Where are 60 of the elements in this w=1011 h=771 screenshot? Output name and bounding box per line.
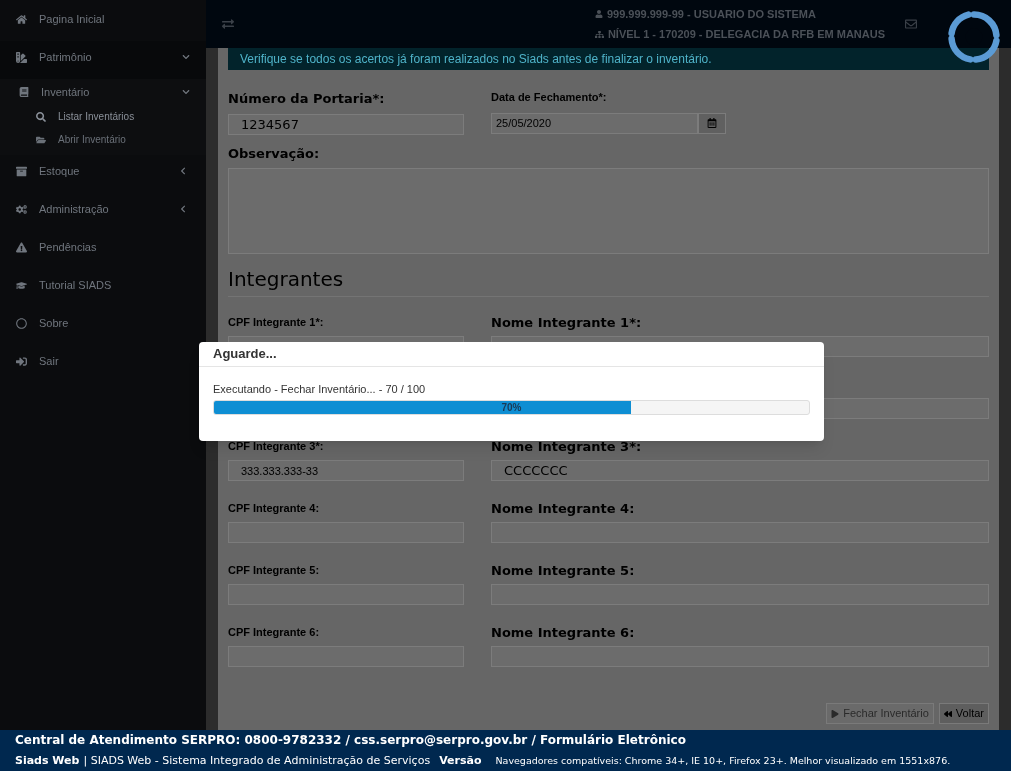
books-icon — [16, 51, 27, 63]
menu-item[interactable]: Pagina Inicial — [0, 3, 206, 35]
user-name: 999.999.999-99 - USUARIO DO SISTEMA — [606, 6, 816, 22]
portaria-field[interactable]: 1234567 — [228, 113, 464, 135]
menu-item[interactable]: Patrimônio — [0, 41, 206, 73]
calendar-button[interactable] — [698, 112, 726, 134]
section-title: Integrantes — [228, 267, 344, 291]
folder-icon — [36, 134, 46, 145]
app-name: Siads Web — [15, 753, 80, 770]
sitemap-icon — [594, 29, 604, 39]
field-label: Nome Integrante 3*: — [491, 437, 643, 456]
cpf-field[interactable]: 333.333.333-33 — [228, 460, 464, 481]
gears-icon — [16, 203, 27, 215]
field-label: Nome Integrante 1*: — [491, 313, 643, 332]
menu-item[interactable]: Tutorial SIADS — [0, 269, 206, 301]
field-label: Nome Integrante 4: — [491, 499, 636, 518]
submenu-item[interactable]: Listar Inventários — [0, 105, 206, 128]
archive-icon — [16, 165, 27, 177]
progress-message: Executando - Fechar Inventário... - 70 / 100 — [213, 382, 427, 397]
menu-item[interactable]: Sair — [0, 345, 206, 377]
field-label: CPF Integrante 1*: — [228, 314, 325, 330]
search-icon — [36, 111, 46, 122]
calendar-icon — [707, 118, 717, 128]
exit-icon — [16, 355, 27, 367]
menu-item[interactable]: Pendências — [0, 231, 206, 263]
field-label: CPF Integrante 5: — [228, 562, 321, 578]
warning-icon — [16, 241, 27, 253]
user-icon — [594, 9, 603, 18]
toggle-icon[interactable] — [222, 18, 234, 30]
field-label: CPF Integrante 6: — [228, 624, 321, 640]
date-field[interactable]: 25/05/2020 — [491, 112, 698, 134]
dialog-title: Aguarde... — [213, 345, 277, 364]
footer-contact: Central de Atendimento SERPRO: 0800-9782332 / css.serpro@serpro.gov.br / Formulário Eletrônico — [15, 732, 687, 750]
version-label: Versão — [439, 753, 482, 770]
menu-item[interactable]: Inventário — [0, 79, 206, 105]
progress-reading: 70% — [500, 400, 523, 414]
back-button[interactable]: Voltar — [938, 703, 989, 724]
unit-name: NÍVEL 1 - 170209 - DELEGACIA DA RFB EM MANAUS — [607, 27, 885, 42]
home-icon — [16, 13, 27, 25]
menu-item[interactable]: Sobre — [0, 307, 206, 339]
field-label: CPF Integrante 3*: — [228, 438, 325, 454]
submenu-item[interactable]: Abrir Inventário — [0, 128, 206, 151]
book-icon — [19, 87, 29, 97]
app-description: | SIADS Web - Sistema Integrado de Administração de Serviços — [83, 753, 431, 770]
alert-text: Verifique se todos os acertos já foram realizados no Siads antes de finalizar o inventário. — [240, 51, 712, 68]
field-label: Nome Integrante 5: — [491, 561, 636, 580]
field-label: CPF Integrante 4: — [228, 500, 321, 516]
backward-icon — [943, 709, 952, 718]
menu-item[interactable]: Estoque — [0, 155, 206, 187]
field-label: Nome Integrante 6: — [491, 623, 636, 642]
logo-icon — [946, 8, 1002, 66]
field-label: Número da Portaria*: — [228, 90, 386, 108]
field-label: Observação: — [228, 144, 321, 163]
browser-note: Navegadores compatíveis: Chrome 34+, IE 10+, Firefox 23+. Melhor visualizado em 1551x876. — [495, 754, 951, 769]
menu-item[interactable]: Administração — [0, 193, 206, 225]
envelope-icon[interactable] — [905, 18, 917, 30]
play-icon — [831, 709, 840, 718]
field-label: Data de Fechamento*: — [491, 90, 608, 105]
name-field[interactable]: CCCCCCC — [491, 460, 989, 481]
graduation-cap-icon — [16, 279, 27, 291]
